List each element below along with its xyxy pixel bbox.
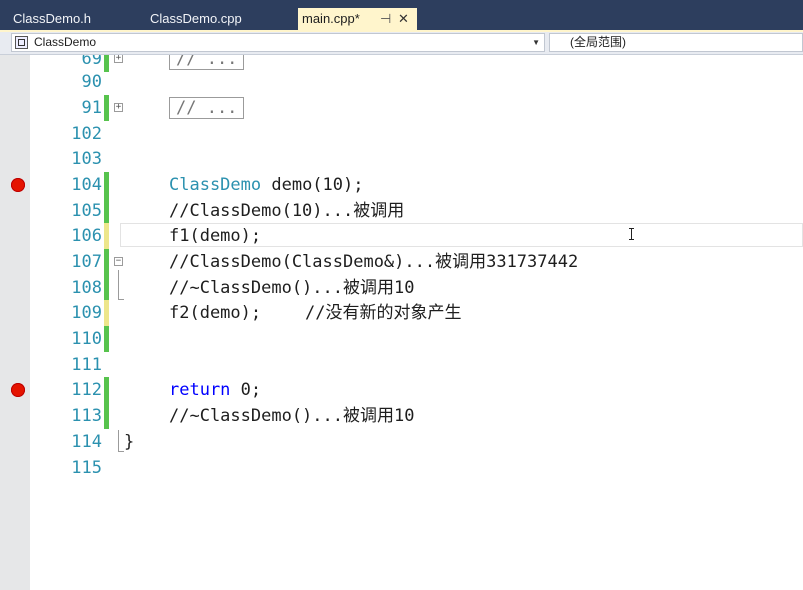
collapse-icon[interactable]: −: [114, 257, 123, 266]
change-marker: [104, 377, 109, 403]
change-marker: [104, 403, 109, 429]
tab-main-cpp[interactable]: main.cpp* ⊣ ✕: [298, 8, 417, 30]
code-line: 110: [0, 326, 803, 352]
change-marker: [104, 198, 109, 224]
close-icon[interactable]: ✕: [398, 8, 409, 30]
line-number: 109: [71, 303, 102, 323]
code-line: 108 //~ClassDemo()...被调用10: [0, 275, 803, 301]
code-line: 113 //~ClassDemo()...被调用10: [0, 403, 803, 429]
line-number: 108: [71, 278, 102, 298]
code-token: 0;: [230, 380, 262, 400]
line-number: 111: [71, 355, 102, 375]
line-number: 104: [71, 175, 102, 195]
code-line: 90: [0, 69, 803, 95]
collapsed-region[interactable]: // ...: [169, 97, 245, 119]
line-number: 105: [71, 201, 102, 221]
line-number: 103: [71, 149, 102, 169]
code-editor[interactable]: 69 + // ... 90 91 + // ... 102 103 104 C…: [0, 55, 803, 590]
code-line: 103: [0, 146, 803, 172]
line-number: 115: [71, 458, 102, 478]
change-marker: [104, 249, 109, 275]
keyword-token: return: [169, 380, 231, 400]
comment-text: //ClassDemo(ClassDemo&)...被调用331737442: [169, 252, 579, 272]
line-number: 110: [71, 329, 102, 349]
code-text: f2(demo);: [169, 303, 262, 323]
code-text: // ...: [169, 95, 245, 121]
collapsed-region[interactable]: // ...: [169, 55, 245, 70]
expand-icon[interactable]: +: [114, 55, 123, 63]
class-icon: [15, 36, 28, 49]
change-marker: [104, 223, 109, 249]
code-text: }: [124, 432, 135, 452]
chevron-down-icon: ▼: [532, 38, 540, 47]
line-number: 112: [71, 380, 102, 400]
code-line: 91 + // ...: [0, 95, 803, 121]
line-number: 114: [71, 432, 102, 452]
line-number: 91: [81, 98, 102, 118]
scope-dropdown-value: (全局范围): [570, 35, 626, 49]
navigation-bar: ClassDemo ▼ (全局范围): [0, 32, 803, 55]
code-text: return 0;: [169, 377, 261, 403]
code-token: demo(10);: [261, 175, 364, 195]
text-cursor-icon: [629, 228, 634, 240]
comment-text: //没有新的对象产生: [305, 303, 462, 323]
pin-icon[interactable]: ⊣: [380, 8, 391, 30]
breakpoint-icon[interactable]: [11, 178, 25, 192]
class-dropdown[interactable]: ClassDemo ▼: [11, 33, 545, 52]
code-line: 109 f2(demo); //没有新的对象产生: [0, 300, 803, 326]
change-marker: [104, 275, 109, 301]
class-dropdown-value: ClassDemo: [34, 35, 97, 49]
code-line: 115: [0, 455, 803, 481]
code-line: 111: [0, 352, 803, 378]
comment-text: //~ClassDemo()...被调用10: [169, 278, 415, 298]
change-marker: [104, 95, 109, 121]
expand-icon[interactable]: +: [114, 103, 123, 112]
change-marker: [104, 172, 109, 198]
code-line: 106 f1(demo);: [0, 223, 803, 249]
scope-dropdown[interactable]: (全局范围): [549, 33, 803, 52]
code-line: 104 ClassDemo demo(10);: [0, 172, 803, 198]
comment-text: //ClassDemo(10)...被调用: [169, 201, 405, 221]
code-line: 114 }: [0, 429, 803, 455]
line-number: 107: [71, 252, 102, 272]
ide-window: ClassDemo.h ClassDemo.cpp main.cpp* ⊣ ✕ …: [0, 0, 803, 590]
type-token: ClassDemo: [169, 175, 262, 195]
code-line: 105 //ClassDemo(10)...被调用: [0, 198, 803, 224]
tab-classdemo-h[interactable]: ClassDemo.h: [3, 8, 138, 30]
line-number: 90: [81, 72, 102, 92]
comment-text: //~ClassDemo()...被调用10: [169, 406, 415, 426]
line-number: 106: [71, 226, 102, 246]
breakpoint-icon[interactable]: [11, 383, 25, 397]
code-line: 102: [0, 121, 803, 147]
document-tab-strip: ClassDemo.h ClassDemo.cpp main.cpp* ⊣ ✕: [0, 0, 803, 30]
change-marker: [104, 326, 109, 352]
change-marker: [104, 300, 109, 326]
tab-main-cpp-label: main.cpp*: [302, 11, 360, 26]
code-text: ClassDemo demo(10);: [169, 172, 363, 198]
line-number: 113: [71, 406, 102, 426]
code-line: 112 return 0;: [0, 377, 803, 403]
code-text: f1(demo);: [169, 226, 262, 246]
line-number: 102: [71, 124, 102, 144]
code-line: 107 − //ClassDemo(ClassDemo&)...被调用33173…: [0, 249, 803, 275]
tab-classdemo-cpp[interactable]: ClassDemo.cpp: [140, 8, 295, 30]
